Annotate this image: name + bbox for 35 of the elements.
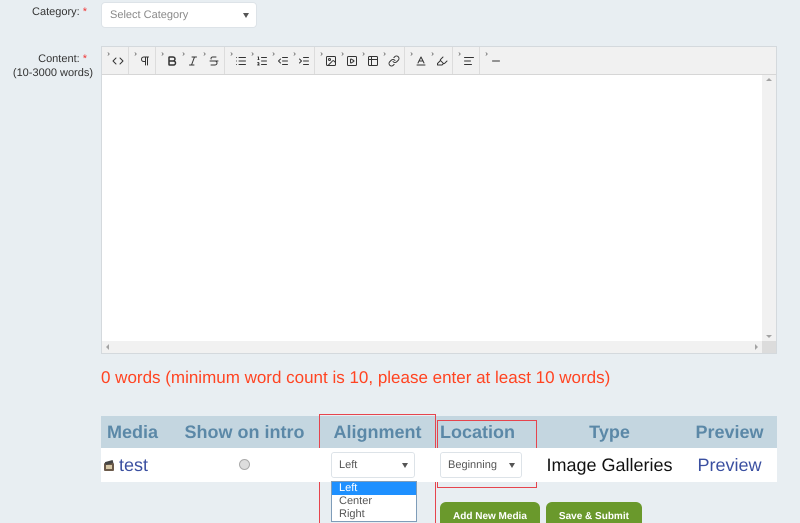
alignment-select[interactable]: Left	[331, 452, 415, 478]
category-label: Category:	[32, 6, 80, 18]
column-header: Show on intro	[184, 422, 304, 442]
link-icon	[388, 54, 400, 66]
film-icon	[103, 460, 115, 472]
strikethrough-icon	[208, 54, 220, 66]
word-count-warning: 0 words (minimum word count is 10, please enter at least 10 words)	[101, 368, 612, 388]
text-color-icon	[415, 54, 427, 66]
outdent-icon	[277, 54, 289, 66]
image-icon	[325, 54, 337, 66]
location-select[interactable]: Beginning	[440, 452, 522, 478]
vertical-scrollbar[interactable]	[762, 75, 776, 341]
table-icon	[367, 54, 379, 66]
required-mark: *	[82, 6, 87, 18]
code-icon	[112, 54, 124, 66]
video-icon	[346, 54, 358, 66]
media-type: Image Galleries	[546, 454, 673, 474]
column-header: Type	[589, 422, 630, 442]
column-header: Media	[107, 422, 158, 442]
highlighter-icon	[436, 54, 448, 66]
word-limit-hint: (10-3000 words)	[12, 66, 93, 80]
bold-icon	[166, 54, 178, 66]
numbered-list-icon	[256, 54, 268, 66]
radio-button[interactable]	[239, 459, 250, 470]
column-header: Preview	[695, 422, 764, 442]
indent-icon	[298, 54, 310, 66]
column-header: Location	[440, 422, 515, 442]
required-mark: *	[82, 53, 87, 65]
horizontal-scrollbar[interactable]	[102, 341, 762, 353]
category-select[interactable]: Select Category	[101, 2, 257, 28]
align-left-icon	[463, 54, 475, 66]
column-header: Alignment	[334, 422, 422, 442]
pilcrow-icon	[139, 54, 151, 66]
content-label: Content:	[38, 53, 80, 65]
italic-icon	[187, 54, 199, 66]
